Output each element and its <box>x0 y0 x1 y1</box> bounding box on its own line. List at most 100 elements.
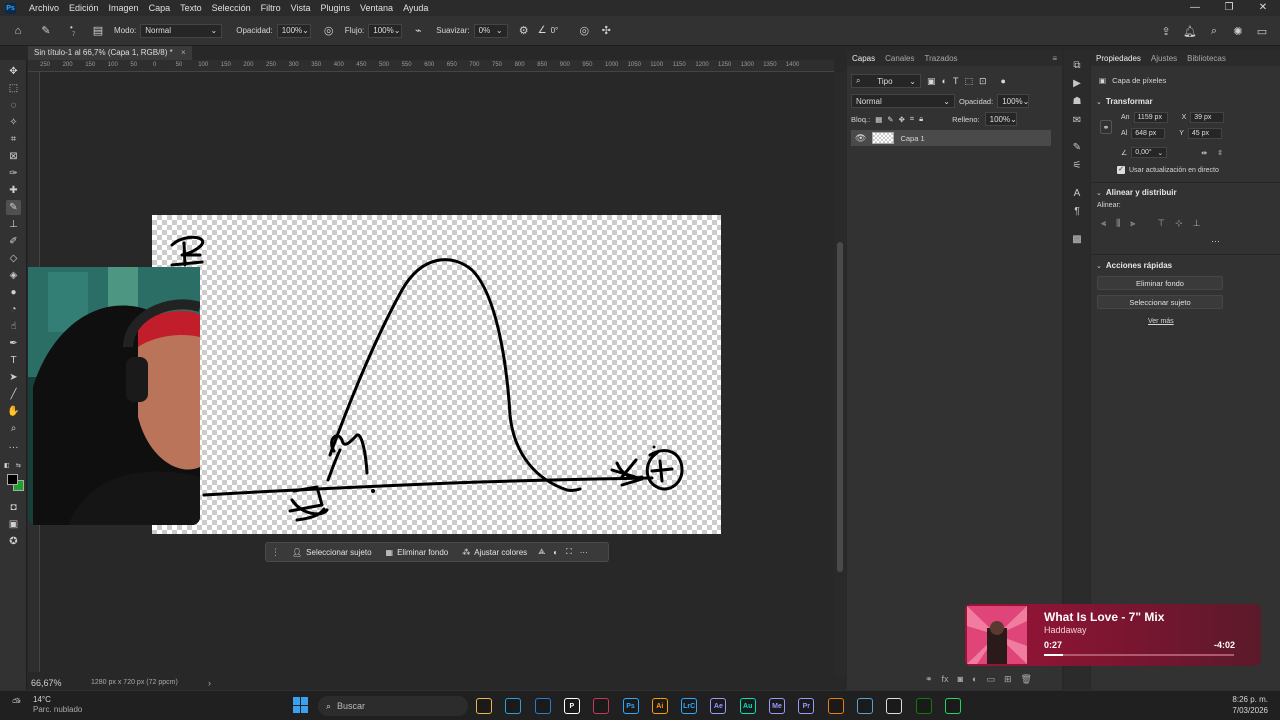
weather-icon[interactable]: ⛅︎ <box>12 697 28 711</box>
flip-vertical-icon[interactable]: ⇳ <box>1217 149 1223 157</box>
airbrush-icon[interactable]: ⌁ <box>410 23 426 39</box>
close-window-button[interactable]: ✕ <box>1246 0 1280 16</box>
blend-mode-select[interactable]: Normal ⌄ <box>851 94 955 108</box>
eyedropper-tool-icon[interactable]: ✑ <box>6 166 21 181</box>
flow-input[interactable]: 100% ⌄ <box>368 23 403 38</box>
adjust-colors-button[interactable]: ⁂ Ajustar colores <box>455 542 534 562</box>
menu-archivo[interactable]: Archivo <box>24 3 64 13</box>
select-subject-button[interactable]: Seleccionar sujeto <box>1097 295 1223 309</box>
height-input[interactable]: 648 px <box>1131 128 1166 139</box>
move-tool-icon[interactable]: ✥ <box>6 64 21 79</box>
lock-artboard-icon[interactable]: ⌗ <box>910 114 914 124</box>
hand-tool-icon[interactable]: ✋ <box>6 404 21 419</box>
chevron-down-icon[interactable]: ⌄ <box>1096 98 1102 106</box>
color-swatches[interactable]: ◧ ⇆ <box>4 462 24 492</box>
app-icon-2[interactable] <box>593 698 610 714</box>
transform-icon[interactable]: ⟁ <box>534 542 549 562</box>
see-more-link[interactable]: Ver más <box>1148 318 1174 325</box>
angle-input[interactable]: 0,00° ⌄ <box>1131 147 1168 158</box>
default-colors-icon[interactable]: ◧ <box>4 462 10 469</box>
layer-opacity-input[interactable]: 100% ⌄ <box>997 94 1029 108</box>
spotify-icon[interactable] <box>944 698 961 714</box>
menu-edicion[interactable]: Edición <box>64 3 104 13</box>
menu-imagen[interactable]: Imagen <box>104 3 144 13</box>
pressure-size-icon[interactable]: ◎ <box>576 23 592 39</box>
notifications-icon[interactable]: 🔔︎ <box>1182 23 1198 39</box>
visibility-eye-icon[interactable]: 👁︎ <box>855 133 866 144</box>
filter-smart-object-icon[interactable]: ⊡ <box>979 76 987 87</box>
weather-temperature[interactable]: 14°C <box>33 695 51 704</box>
github-icon[interactable] <box>886 698 903 714</box>
adjustment-layer-icon[interactable]: ◐ <box>972 674 977 685</box>
filter-type-icon[interactable]: T <box>953 76 959 86</box>
zoom-tool-icon[interactable]: ⌕ <box>6 421 21 436</box>
taskbar-search[interactable]: ⌕ Buscar <box>318 696 468 716</box>
fill-input[interactable]: 100% ⌄ <box>984 112 1017 126</box>
mask-icon[interactable]: ◐ <box>549 542 562 562</box>
menu-filtro[interactable]: Filtro <box>256 3 286 13</box>
home-icon[interactable]: ⌂ <box>10 23 26 39</box>
windows-start-icon[interactable] <box>293 697 309 713</box>
link-layers-icon[interactable]: ⚭ <box>925 674 933 685</box>
document-tab[interactable]: Sin título-1 al 66,7% (Capa 1, RGB/8) * … <box>28 46 192 60</box>
clock-date[interactable]: 7/03/2026 <box>1232 706 1268 715</box>
minimize-button[interactable]: — <box>1178 0 1212 16</box>
filter-pixel-icon[interactable]: ▣ <box>927 76 936 87</box>
eraser-tool-icon[interactable]: ◇ <box>6 251 21 266</box>
pen-tool-icon[interactable]: ✒ <box>6 336 21 351</box>
screen-mode-icon[interactable]: ▣ <box>6 517 21 532</box>
menu-capa[interactable]: Capa <box>144 3 176 13</box>
layer-row[interactable]: 👁︎ Capa 1 <box>851 130 1051 146</box>
blender-icon[interactable] <box>827 698 844 714</box>
remove-background-button[interactable]: Eliminar fondo <box>1097 276 1223 290</box>
filter-adjustment-icon[interactable]: ◐ <box>942 76 947 86</box>
discover-icon[interactable]: ✺ <box>1230 23 1246 39</box>
menu-texto[interactable]: Texto <box>175 3 207 13</box>
foreground-color[interactable] <box>7 474 18 485</box>
zoom-level[interactable]: 66,67% <box>31 678 62 688</box>
align-left-icon[interactable]: ⫷ <box>1101 218 1106 229</box>
after-effects-icon[interactable]: Ae <box>710 698 727 714</box>
delete-layer-icon[interactable]: 🗑︎ <box>1021 674 1032 685</box>
search-icon[interactable]: ⌕ <box>1206 23 1222 39</box>
group-icon[interactable]: ▭ <box>986 674 995 685</box>
brush-tool-icon[interactable]: ✎ <box>38 23 54 39</box>
tab-ajustes[interactable]: Ajustes <box>1146 54 1182 63</box>
frame-tool-icon[interactable]: ⊠ <box>6 149 21 164</box>
x-input[interactable]: 39 px <box>1190 112 1225 123</box>
app-icon-3[interactable] <box>856 698 873 714</box>
lock-position-icon[interactable]: ✥ <box>899 115 905 124</box>
marquee-tool-icon[interactable]: ⬚ <box>6 81 21 96</box>
link-dimensions-icon[interactable]: ⚭ <box>1100 120 1112 134</box>
vertical-scrollbar[interactable] <box>834 72 846 676</box>
tab-trazados[interactable]: Trazados <box>919 54 962 63</box>
new-layer-icon[interactable]: ⊞ <box>1004 674 1012 685</box>
generative-icon[interactable]: ✪ <box>6 534 21 549</box>
menu-plugins[interactable]: Plugins <box>316 3 356 13</box>
brush-preset-picker[interactable]: • 7 <box>64 21 84 41</box>
character-panel-icon[interactable]: A <box>1070 186 1084 200</box>
lock-all-icon[interactable]: 🔒︎ <box>919 114 923 124</box>
store-icon[interactable] <box>534 698 551 714</box>
document-canvas[interactable] <box>152 215 721 534</box>
vertical-scroll-thumb[interactable] <box>837 242 843 572</box>
object-selection-tool-icon[interactable]: ✧ <box>6 115 21 130</box>
more-options-icon[interactable]: ··· <box>576 542 592 562</box>
edge-icon[interactable] <box>505 698 522 714</box>
album-art[interactable] <box>967 606 1027 664</box>
flip-horizontal-icon[interactable]: ⇹ <box>1201 149 1207 157</box>
tab-capas[interactable]: Capas <box>847 54 880 63</box>
chevron-down-icon[interactable]: ⌄ <box>1096 262 1102 270</box>
crop-tool-icon[interactable]: ⌗ <box>6 132 21 147</box>
blur-tool-icon[interactable]: ● <box>6 285 21 300</box>
comments-icon[interactable]: ✉ <box>1070 113 1084 127</box>
menu-vista[interactable]: Vista <box>286 3 316 13</box>
live-update-checkbox[interactable]: ✓ <box>1117 166 1125 174</box>
workspace-icon[interactable]: ▭ <box>1254 23 1270 39</box>
close-tab-icon[interactable]: × <box>181 48 186 57</box>
panel-menu-icon[interactable]: ≡ <box>1047 54 1062 63</box>
select-subject-button[interactable]: 👤︎ Seleccionar sujeto <box>285 542 379 562</box>
brush-settings-icon[interactable]: ▤ <box>90 23 106 39</box>
clock-time[interactable]: 8:26 p. m. <box>1232 695 1268 704</box>
photoshop-icon[interactable]: Ps <box>622 698 639 714</box>
